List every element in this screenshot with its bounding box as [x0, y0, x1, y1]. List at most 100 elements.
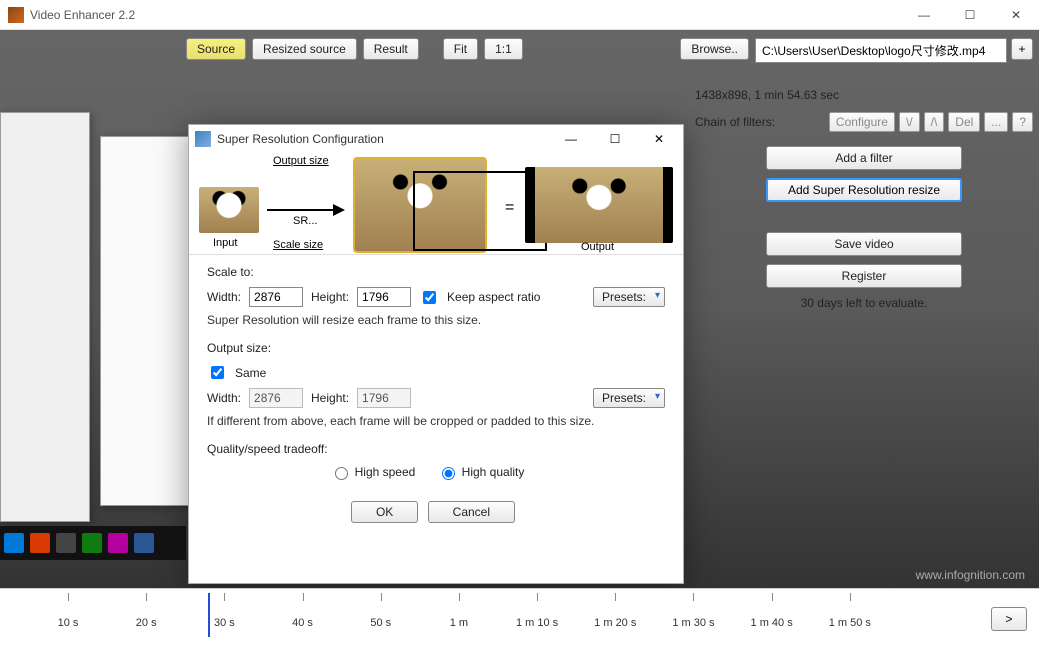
tick [459, 593, 460, 601]
move-down-button[interactable]: \/ [899, 112, 920, 132]
one-to-one-button[interactable]: 1:1 [484, 38, 523, 60]
scale-note: Super Resolution will resize each frame … [207, 313, 665, 327]
chain-label: Chain of filters: [695, 115, 775, 129]
website-url: www.infognition.com [916, 568, 1025, 582]
output-note: If different from above, each frame will… [207, 414, 665, 428]
browse-button[interactable]: Browse.. [680, 38, 749, 60]
output-label: Output [581, 241, 614, 253]
demo-input-image [199, 187, 259, 233]
out-width-label: Width: [207, 391, 241, 405]
ok-button[interactable]: OK [351, 501, 418, 523]
output-height-input [357, 388, 411, 408]
tick [850, 593, 851, 601]
main-area: Source Resized source Result Fit 1:1 Bro… [0, 30, 1039, 588]
background-taskbar [0, 526, 186, 560]
evaluation-text: 30 days left to evaluate. [695, 296, 1033, 310]
output-heading: Output size: [207, 341, 665, 355]
out-height-label: Height: [311, 391, 349, 405]
scale-heading: Scale to: [207, 265, 665, 279]
tick [303, 593, 304, 601]
help-button[interactable]: ? [1012, 112, 1033, 132]
tick [224, 593, 225, 601]
tick [772, 593, 773, 601]
resized-source-button[interactable]: Resized source [252, 38, 357, 60]
tick [537, 593, 538, 601]
fit-button[interactable]: Fit [443, 38, 478, 60]
source-button[interactable]: Source [186, 38, 246, 60]
tick-label: 40 s [292, 617, 313, 629]
top-toolbar: Source Resized source Result Fit 1:1 Bro… [0, 30, 1039, 82]
tick-label: 1 m 10 s [516, 617, 558, 629]
move-up-button[interactable]: /\ [924, 112, 945, 132]
dialog-maximize-button[interactable]: ☐ [597, 132, 633, 146]
tick-label: 50 s [370, 617, 391, 629]
scale-presets-dropdown[interactable]: Presets: [593, 287, 665, 307]
scale-width-input[interactable] [249, 287, 303, 307]
same-checkbox[interactable] [211, 366, 224, 379]
more-button[interactable]: ... [984, 112, 1008, 132]
right-panel: 1438x898, 1 min 54.63 sec Chain of filte… [695, 88, 1033, 310]
app-title: Video Enhancer 2.2 [30, 8, 901, 22]
dialog-icon [195, 131, 211, 147]
tick-label: 1 m 30 s [672, 617, 714, 629]
keep-aspect-checkbox[interactable] [423, 291, 436, 304]
tick-label: 1 m 50 s [829, 617, 871, 629]
video-info: 1438x898, 1 min 54.63 sec [695, 88, 1033, 102]
sr-label: SR... [293, 215, 317, 227]
configure-button[interactable]: Configure [829, 112, 895, 132]
demo-scaled-image [355, 159, 485, 251]
dialog-close-button[interactable]: ✕ [641, 132, 677, 146]
tick [381, 593, 382, 601]
file-path-input[interactable]: C:\Users\User\Desktop\logo尺寸修改.mp4 [755, 38, 1007, 63]
maximize-button[interactable]: ☐ [947, 0, 993, 30]
titlebar: Video Enhancer 2.2 — ☐ ✕ [0, 0, 1039, 30]
background-window [100, 136, 190, 506]
same-label: Same [235, 366, 266, 380]
width-label: Width: [207, 290, 241, 304]
demo-output-image [525, 167, 673, 243]
output-presets-dropdown[interactable]: Presets: [593, 388, 665, 408]
tick [615, 593, 616, 601]
tick [68, 593, 69, 601]
timeline-ruler[interactable]: 10 s20 s30 s40 s50 s1 m1 m 10 s1 m 20 s1… [8, 593, 979, 613]
dialog-title: Super Resolution Configuration [217, 132, 553, 146]
tick [146, 593, 147, 601]
save-video-button[interactable]: Save video [766, 232, 962, 256]
tick-label: 1 m [450, 617, 468, 629]
tick-label: 30 s [214, 617, 235, 629]
delete-button[interactable]: Del [948, 112, 980, 132]
quality-heading: Quality/speed tradeoff: [207, 442, 665, 456]
output-size-label: Output size [273, 155, 329, 167]
tick-label: 10 s [58, 617, 79, 629]
scale-height-input[interactable] [357, 287, 411, 307]
tick-label: 1 m 40 s [751, 617, 793, 629]
play-button[interactable]: > [991, 607, 1027, 631]
arrow-icon [267, 209, 343, 211]
scale-size-label: Scale size [273, 239, 323, 251]
high-quality-radio[interactable]: High quality [437, 464, 525, 480]
input-label: Input [213, 237, 237, 249]
sr-config-dialog: Super Resolution Configuration — ☐ ✕ = O… [188, 124, 684, 584]
cancel-button[interactable]: Cancel [428, 501, 515, 523]
tick-label: 1 m 20 s [594, 617, 636, 629]
high-speed-radio[interactable]: High speed [330, 464, 416, 480]
timeline[interactable]: 10 s 20 s 30 s 40 s 50 s 1 m 1 m 10 s 1 m 20 s 1… [0, 588, 1039, 648]
register-button[interactable]: Register [766, 264, 962, 288]
timeline-cursor[interactable] [208, 593, 210, 637]
add-sr-resize-button[interactable]: Add Super Resolution resize [766, 178, 962, 202]
tick-label: 20 s [136, 617, 157, 629]
height-label: Height: [311, 290, 349, 304]
minimize-button[interactable]: — [901, 0, 947, 30]
app-icon [8, 7, 24, 23]
add-file-button[interactable]: + [1011, 38, 1033, 60]
keep-aspect-label: Keep aspect ratio [447, 290, 540, 304]
add-filter-button[interactable]: Add a filter [766, 146, 962, 170]
equals-label: = [505, 199, 514, 217]
demo-area: = Output size SR... Scale size Input Out… [189, 153, 683, 255]
output-width-input [249, 388, 303, 408]
result-button[interactable]: Result [363, 38, 419, 60]
background-window [0, 112, 90, 522]
tick [693, 593, 694, 601]
dialog-minimize-button[interactable]: — [553, 132, 589, 146]
close-button[interactable]: ✕ [993, 0, 1039, 30]
